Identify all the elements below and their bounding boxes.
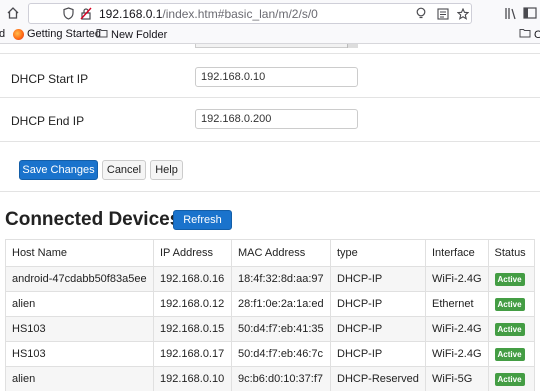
form-row-dhcp-end: DHCP End IP [0,98,540,142]
cell-host-name: alien [5,366,154,391]
cell-interface: WiFi-2.4G [425,266,489,292]
table-row: alien 192.168.0.10 9c:b6:d0:10:37:f7 DHC… [5,366,535,391]
form-row-previous [0,44,540,54]
cell-mac-address: 9c:b6:d0:10:37:f7 [231,366,331,391]
column-header-ip-address: IP Address [153,239,232,267]
dhcp-end-label: DHCP End IP [11,114,85,128]
sidebar-icon[interactable] [522,5,538,21]
router-lan-page: DHCP Start IP DHCP End IP Save Changes C… [0,44,540,391]
cell-ip-address: 192.168.0.15 [153,316,232,342]
dhcp-end-input[interactable] [195,109,358,129]
url-host: 192.168.0.1 [99,7,163,21]
url-path: /index.htm#basic_lan/m/2/s/0 [162,7,318,21]
cell-status: Active [487,366,535,391]
form-actions: Save Changes Cancel Help [0,142,540,192]
bookmark-label: d [0,28,6,40]
previous-select-field[interactable] [195,44,358,48]
table-row: HS103 192.168.0.15 50:d4:f7:eb:41:35 DHC… [5,316,535,342]
column-header-host-name: Host Name [5,239,154,267]
cell-interface: WiFi-2.4G [425,316,489,342]
connected-devices-title: Connected Devices [5,209,181,230]
library-icon[interactable] [503,5,519,21]
status-badge: Active [494,347,525,361]
cancel-button[interactable]: Cancel [102,160,146,180]
cell-status: Active [487,291,535,317]
cell-mac-address: 28:f1:0e:2a:1a:ed [231,291,331,317]
bookmark-label: New Folder [111,28,168,41]
bookmark-getting-started[interactable]: Getting Started [13,28,101,40]
connected-devices-table: Host Name IP Address MAC Address type In… [5,239,535,391]
cell-type: DHCP-IP [330,266,426,292]
bookmark-new-folder[interactable]: New Folder [96,28,167,41]
bookmark-folder-truncated[interactable]: O [519,28,540,41]
save-changes-button[interactable]: Save Changes [19,160,98,180]
form-row-dhcp-start: DHCP Start IP [0,54,540,98]
bookmarks-toolbar: d Getting Started New Folder O [0,27,540,44]
bookmark-item-truncated[interactable]: d [0,28,5,40]
cell-type: DHCP-Reserved [330,366,426,391]
cell-mac-address: 18:4f:32:8d:aa:97 [231,266,331,292]
column-header-type: type [330,239,426,267]
cell-host-name: android-47cdabb50f83a5ee [5,266,154,292]
column-header-status: Status [487,239,535,267]
cell-ip-address: 192.168.0.17 [153,341,232,367]
bookmark-star-icon[interactable] [456,6,470,21]
table-row: alien 192.168.0.12 28:f1:0e:2a:1a:ed DHC… [5,291,535,317]
browser-toolbar: 192.168.0.1/index.htm#basic_lan/m/2/s/0 [0,0,540,27]
cell-host-name: HS103 [5,316,154,342]
cell-interface: Ethernet [425,291,489,317]
cell-mac-address: 50:d4:f7:eb:46:7c [231,341,331,367]
cell-host-name: alien [5,291,154,317]
cell-type: DHCP-IP [330,291,426,317]
bookmark-label: O [534,28,540,41]
home-icon[interactable] [5,5,21,21]
table-header-row: Host Name IP Address MAC Address type In… [5,239,535,267]
cell-status: Active [487,341,535,367]
cell-ip-address: 192.168.0.16 [153,266,232,292]
table-row: HS103 192.168.0.17 50:d4:f7:eb:46:7c DHC… [5,341,535,367]
column-header-mac-address: MAC Address [231,239,331,267]
lightbulb-icon[interactable] [414,6,428,21]
cell-status: Active [487,316,535,342]
status-badge: Active [494,322,525,336]
cell-host-name: HS103 [5,341,154,367]
cell-ip-address: 192.168.0.10 [153,366,232,391]
cell-ip-address: 192.168.0.12 [153,291,232,317]
help-button[interactable]: Help [150,160,183,180]
folder-icon [96,28,108,41]
url-text: 192.168.0.1/index.htm#basic_lan/m/2/s/0 [99,7,318,21]
folder-icon [519,28,531,41]
refresh-button[interactable]: Refresh [173,210,232,230]
shield-icon[interactable] [61,6,75,21]
reader-view-icon[interactable] [436,6,450,21]
firefox-icon [13,28,24,40]
cell-status: Active [487,266,535,292]
insecure-lock-icon[interactable] [79,6,93,21]
status-badge: Active [494,297,525,311]
url-bar[interactable]: 192.168.0.1/index.htm#basic_lan/m/2/s/0 [28,3,472,24]
bookmark-label: Getting Started [27,28,101,40]
cell-mac-address: 50:d4:f7:eb:41:35 [231,316,331,342]
status-badge: Active [494,272,525,286]
dhcp-start-label: DHCP Start IP [11,72,89,86]
cell-type: DHCP-IP [330,341,426,367]
column-header-interface: Interface [425,239,489,267]
cell-type: DHCP-IP [330,316,426,342]
cell-interface: WiFi-5G [425,366,489,391]
table-row: android-47cdabb50f83a5ee 192.168.0.16 18… [5,266,535,292]
dhcp-start-input[interactable] [195,67,358,87]
status-badge: Active [494,372,525,386]
cell-interface: WiFi-2.4G [425,341,489,367]
